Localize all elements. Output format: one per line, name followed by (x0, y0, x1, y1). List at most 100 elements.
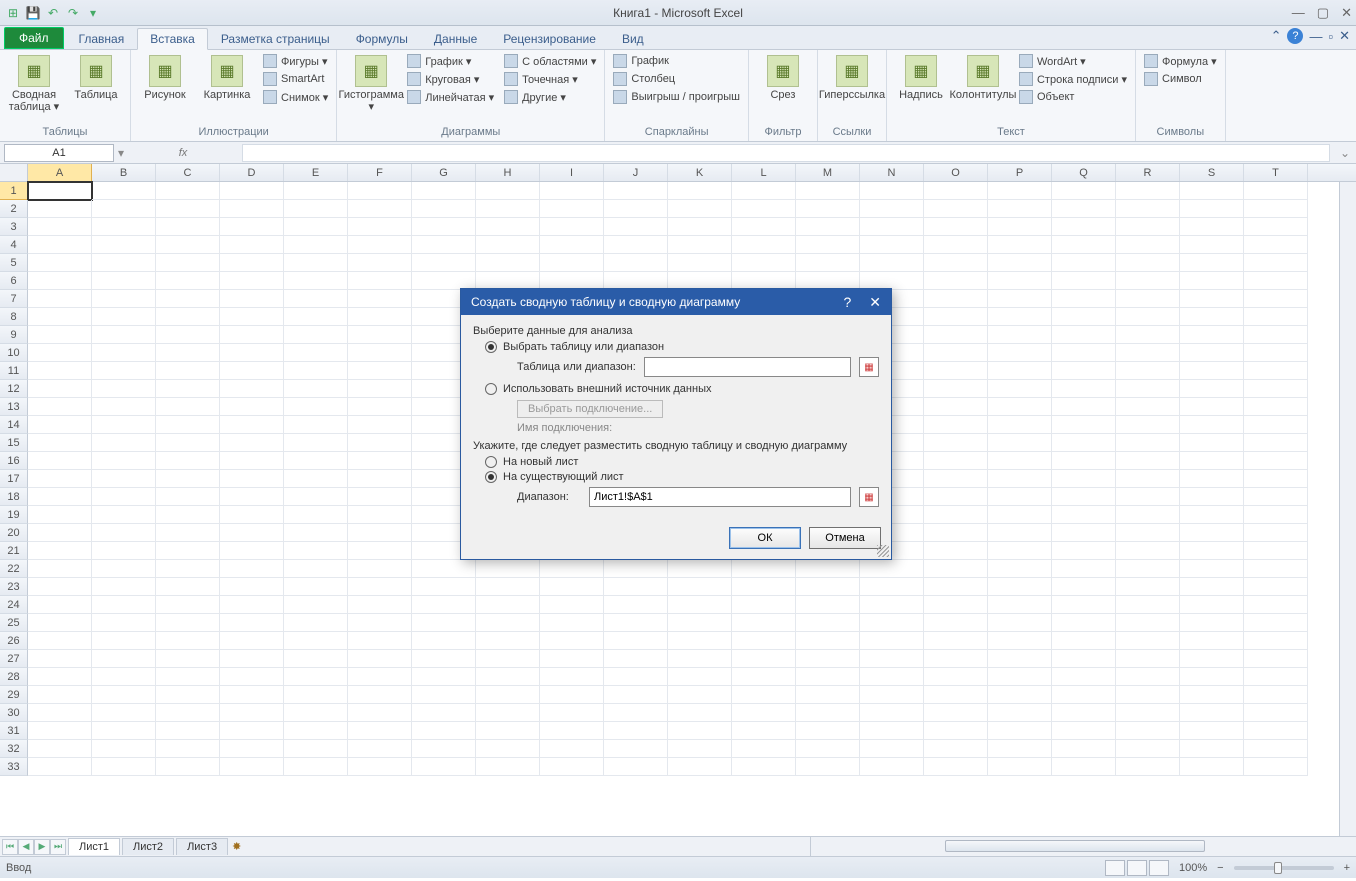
cell[interactable] (220, 524, 284, 542)
cell[interactable] (924, 488, 988, 506)
cell[interactable] (220, 506, 284, 524)
file-tab[interactable]: Файл (4, 27, 64, 49)
cell[interactable] (988, 722, 1052, 740)
cell[interactable] (476, 254, 540, 272)
cell[interactable] (284, 596, 348, 614)
cell[interactable] (988, 470, 1052, 488)
cell[interactable] (412, 722, 476, 740)
row-header[interactable]: 16 (0, 452, 28, 470)
cell[interactable] (540, 218, 604, 236)
cell[interactable] (348, 452, 412, 470)
radio-external-source[interactable] (485, 383, 497, 395)
sheet-tab[interactable]: Лист2 (122, 838, 174, 855)
cell[interactable] (284, 506, 348, 524)
cell[interactable] (732, 614, 796, 632)
cell[interactable] (412, 704, 476, 722)
cell[interactable] (988, 200, 1052, 218)
cell[interactable] (348, 488, 412, 506)
col-header[interactable]: B (92, 164, 156, 181)
cell[interactable] (1244, 578, 1308, 596)
cell[interactable] (1116, 758, 1180, 776)
col-header[interactable]: K (668, 164, 732, 181)
cell[interactable] (1180, 182, 1244, 200)
cell[interactable] (1052, 650, 1116, 668)
cell[interactable] (156, 308, 220, 326)
cell[interactable] (668, 596, 732, 614)
cell[interactable] (732, 560, 796, 578)
cell[interactable] (1052, 452, 1116, 470)
cell[interactable] (348, 758, 412, 776)
cell[interactable] (924, 470, 988, 488)
cell[interactable] (988, 686, 1052, 704)
cell[interactable] (1052, 254, 1116, 272)
cell[interactable] (988, 434, 1052, 452)
range-picker-icon[interactable]: ▦ (859, 357, 879, 377)
cell[interactable] (284, 362, 348, 380)
cell[interactable] (28, 668, 92, 686)
cell[interactable] (1052, 506, 1116, 524)
cell[interactable] (220, 434, 284, 452)
cell[interactable] (604, 614, 668, 632)
cell[interactable] (1244, 416, 1308, 434)
col-header[interactable]: J (604, 164, 668, 181)
cell[interactable] (28, 434, 92, 452)
cell[interactable] (1244, 524, 1308, 542)
ribbon-smallbtn[interactable]: Столбец (611, 71, 742, 87)
row-header[interactable]: 7 (0, 290, 28, 308)
cell[interactable] (28, 650, 92, 668)
cell[interactable] (924, 308, 988, 326)
col-header[interactable]: E (284, 164, 348, 181)
cell[interactable] (92, 182, 156, 200)
cell[interactable] (540, 236, 604, 254)
cell[interactable] (732, 668, 796, 686)
cell[interactable] (348, 524, 412, 542)
cell[interactable] (220, 362, 284, 380)
cell[interactable] (284, 560, 348, 578)
cell[interactable] (92, 542, 156, 560)
cell[interactable] (412, 650, 476, 668)
row-header[interactable]: 31 (0, 722, 28, 740)
cell[interactable] (1180, 236, 1244, 254)
cell[interactable] (1116, 650, 1180, 668)
sheet-nav-first-icon[interactable]: ⏮ (2, 839, 18, 855)
cell[interactable] (796, 560, 860, 578)
cell[interactable] (412, 740, 476, 758)
cell[interactable] (476, 578, 540, 596)
cell[interactable] (92, 452, 156, 470)
cell[interactable] (988, 290, 1052, 308)
cell[interactable] (92, 254, 156, 272)
cell[interactable] (988, 272, 1052, 290)
cell[interactable] (860, 704, 924, 722)
cell[interactable] (1116, 722, 1180, 740)
sheet-tab[interactable]: Лист3 (176, 838, 228, 855)
cell[interactable] (668, 200, 732, 218)
cell[interactable] (220, 632, 284, 650)
cell[interactable] (668, 182, 732, 200)
cell[interactable] (92, 722, 156, 740)
cell[interactable] (284, 614, 348, 632)
row-header[interactable]: 23 (0, 578, 28, 596)
cell[interactable] (348, 632, 412, 650)
cell[interactable] (1244, 722, 1308, 740)
cell[interactable] (1116, 236, 1180, 254)
cell[interactable] (732, 740, 796, 758)
radio-new-sheet[interactable] (485, 456, 497, 468)
cell[interactable] (92, 686, 156, 704)
cell[interactable] (1116, 560, 1180, 578)
cell[interactable] (604, 632, 668, 650)
cell[interactable] (220, 290, 284, 308)
cell[interactable] (348, 308, 412, 326)
cell[interactable] (1052, 344, 1116, 362)
dialog-help-icon[interactable]: ? (843, 294, 851, 311)
cell[interactable] (348, 344, 412, 362)
cell[interactable] (732, 578, 796, 596)
cell[interactable] (1244, 470, 1308, 488)
cell[interactable] (540, 650, 604, 668)
cell[interactable] (284, 632, 348, 650)
radio-existing-sheet[interactable] (485, 471, 497, 483)
cell[interactable] (284, 686, 348, 704)
resize-grip-icon[interactable] (877, 545, 889, 557)
cell[interactable] (1180, 560, 1244, 578)
cell[interactable] (220, 560, 284, 578)
cell[interactable] (156, 704, 220, 722)
